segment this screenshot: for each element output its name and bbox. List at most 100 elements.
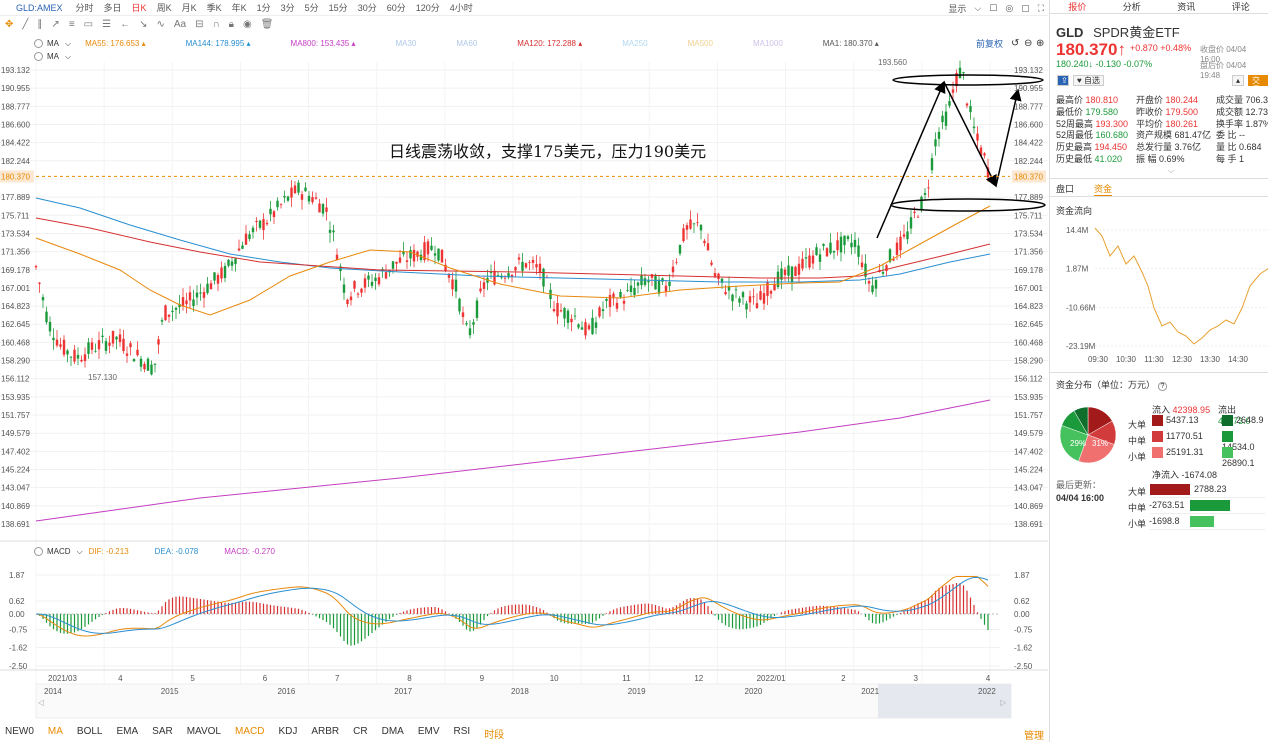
ma-legend-item[interactable]: MA55: 176.653 ▴ [85, 39, 146, 48]
candle-body [412, 249, 416, 262]
manage-button[interactable]: 管理 [1024, 727, 1044, 742]
quote-stats: 最高价 180.810 开盘价 180.244 成交量 706.3 最低价 179.5… [1056, 95, 1268, 166]
indicator-tab-时段[interactable]: 时段 [484, 726, 504, 741]
ma-label[interactable]: MA [47, 52, 59, 61]
ma-legend-item[interactable]: MA1: 180.370 ▴ [823, 39, 879, 48]
ma-legend-item[interactable]: MA250 [622, 39, 647, 48]
indicator-tab-sar[interactable]: SAR [152, 726, 173, 740]
price-axis-label-left: 158.290 [1, 357, 30, 366]
lock-icon[interactable]: 🔒︎ [229, 19, 234, 30]
share-icon[interactable]: ⇪ [1057, 75, 1069, 86]
candle-body [346, 299, 349, 304]
period-13[interactable]: 120分 [416, 1, 440, 14]
zoom-in-icon[interactable]: ⊕ [1036, 38, 1044, 49]
chevron-down-icon[interactable]: ⌵ [77, 547, 83, 557]
period-12[interactable]: 60分 [387, 1, 406, 14]
fibonacci-tool-icon[interactable]: ☰ [102, 19, 111, 30]
indicator-tab-emv[interactable]: EMV [418, 726, 440, 740]
ma-legend-item[interactable]: MA60 [456, 39, 477, 48]
crosshair-icon[interactable]: ✥ [5, 19, 13, 30]
period-10[interactable]: 15分 [329, 1, 348, 14]
candle-body [818, 254, 822, 262]
period-5[interactable]: 季K [207, 1, 222, 14]
indicator-tab-cr[interactable]: CR [353, 726, 367, 740]
tab-orderbook[interactable]: 盘口 [1056, 182, 1074, 196]
indicator-tab-ma[interactable]: MA [48, 726, 63, 740]
square-icon[interactable]: ☐ [989, 3, 997, 14]
wave-tool-icon[interactable]: ∿ [156, 19, 164, 30]
period-3[interactable]: 周K [157, 1, 172, 14]
fullscreen-icon[interactable]: ⛶ [1038, 3, 1044, 14]
alert-icon[interactable]: ▴ [1232, 75, 1245, 86]
main-chart-area[interactable]: 193.132 193.132 190.955 190.955 188.777 188.7… [0, 0, 1048, 726]
price-axis-label-right: 140.869 [1014, 502, 1043, 511]
ma-label[interactable]: MA [47, 39, 59, 48]
settings-icon[interactable] [34, 39, 43, 48]
measure-tool-icon[interactable]: ⊟ [195, 19, 203, 30]
period-14[interactable]: 4小时 [450, 1, 473, 14]
undo-icon[interactable]: ↺ [1011, 38, 1019, 49]
period-8[interactable]: 3分 [281, 1, 295, 14]
chevron-down-icon[interactable]: ⌵ [65, 39, 71, 49]
candle-body [650, 274, 654, 278]
scroll-right-icon[interactable]: ▷ [1000, 698, 1007, 707]
zoom-out-icon[interactable]: ⊖ [1024, 38, 1032, 49]
chevron-down-icon[interactable]: ⌵ [974, 3, 981, 14]
ma-legend-item[interactable]: MA30 [395, 39, 416, 48]
scroll-left-icon[interactable]: ◁ [37, 698, 44, 707]
indicator-tab-dma[interactable]: DMA [382, 726, 404, 740]
eye-icon[interactable]: ◉ [243, 19, 252, 30]
quote-tab-2[interactable]: 资讯 [1159, 0, 1214, 13]
parallel-tool-icon[interactable]: ∥ [37, 19, 42, 30]
display-menu[interactable]: 显示 [948, 2, 966, 15]
price-axis-label-right: 177.889 [1014, 193, 1043, 202]
rectangle-tool-icon[interactable]: ▭ [84, 19, 93, 30]
help-icon[interactable]: ? [1157, 382, 1168, 391]
indicator-tab-kdj[interactable]: KDJ [278, 726, 297, 740]
period-11[interactable]: 30分 [358, 1, 377, 14]
trash-icon[interactable]: 🗑︎ [261, 19, 274, 30]
period-0[interactable]: 分时 [76, 1, 94, 14]
arrow-down-tool-icon[interactable]: ↘ [139, 19, 147, 30]
ray-tool-icon[interactable]: ↗ [51, 19, 59, 30]
camera-icon[interactable]: ◎ [1005, 3, 1013, 14]
ma-legend-item[interactable]: MA800: 153.435 ▴ [291, 39, 356, 48]
indicator-tab-new0[interactable]: NEW0 [5, 726, 34, 740]
settings-icon[interactable] [34, 547, 43, 556]
indicator-tab-mavol[interactable]: MAVOL [187, 726, 221, 740]
expand-icon[interactable]: ⌵ [1168, 166, 1174, 176]
watchlist-button[interactable]: ♥ 自选 [1073, 75, 1104, 86]
indicator-tab-boll[interactable]: BOLL [77, 726, 103, 740]
trade-button[interactable]: 交易 [1248, 75, 1268, 94]
period-1[interactable]: 多日 [104, 1, 122, 14]
channel-tool-icon[interactable]: ≡ [69, 19, 75, 30]
ma-legend-item[interactable]: MA500 [688, 39, 713, 48]
period-4[interactable]: 月K [182, 1, 197, 14]
period-9[interactable]: 5分 [305, 1, 319, 14]
period-6[interactable]: 年K [232, 1, 247, 14]
quote-tab-0[interactable]: 报价 [1050, 0, 1105, 13]
stat-row: 历史最高 194.450 总发行量 3.76亿 量 比 0.684 [1056, 142, 1268, 154]
quote-tab-3[interactable]: 评论 [1214, 0, 1268, 13]
period-2[interactable]: 日K [132, 1, 147, 14]
macd-legend-name[interactable]: MACD [47, 547, 71, 556]
arrow-left-tool-icon[interactable]: ← [120, 19, 130, 30]
window-icon[interactable]: ▢ [1021, 3, 1030, 14]
chevron-down-icon[interactable]: ⌵ [65, 52, 71, 62]
indicator-tab-arbr[interactable]: ARBR [311, 726, 339, 740]
indicator-tab-ema[interactable]: EMA [116, 726, 138, 740]
indicator-tab-rsi[interactable]: RSI [454, 726, 471, 740]
magnet-icon[interactable]: ∩ [212, 19, 219, 30]
quote-tab-1[interactable]: 分析 [1105, 0, 1160, 13]
tab-capital[interactable]: 资金 [1094, 182, 1113, 196]
line-tool-icon[interactable]: ╱ [22, 19, 28, 30]
ma-legend-item[interactable]: MA1000 [753, 39, 783, 48]
period-7[interactable]: 1分 [257, 1, 271, 14]
indicator-tab-macd[interactable]: MACD [235, 726, 264, 740]
ma-legend-item[interactable]: MA120: 172.288 ▴ [517, 39, 582, 48]
settings-icon[interactable] [34, 52, 43, 61]
adjust-mode[interactable]: 前复权 [976, 37, 1003, 50]
text-tool-icon[interactable]: Aa [174, 19, 186, 30]
candle-body [797, 263, 801, 275]
ma-legend-item[interactable]: MA144: 178.995 ▴ [186, 39, 251, 48]
